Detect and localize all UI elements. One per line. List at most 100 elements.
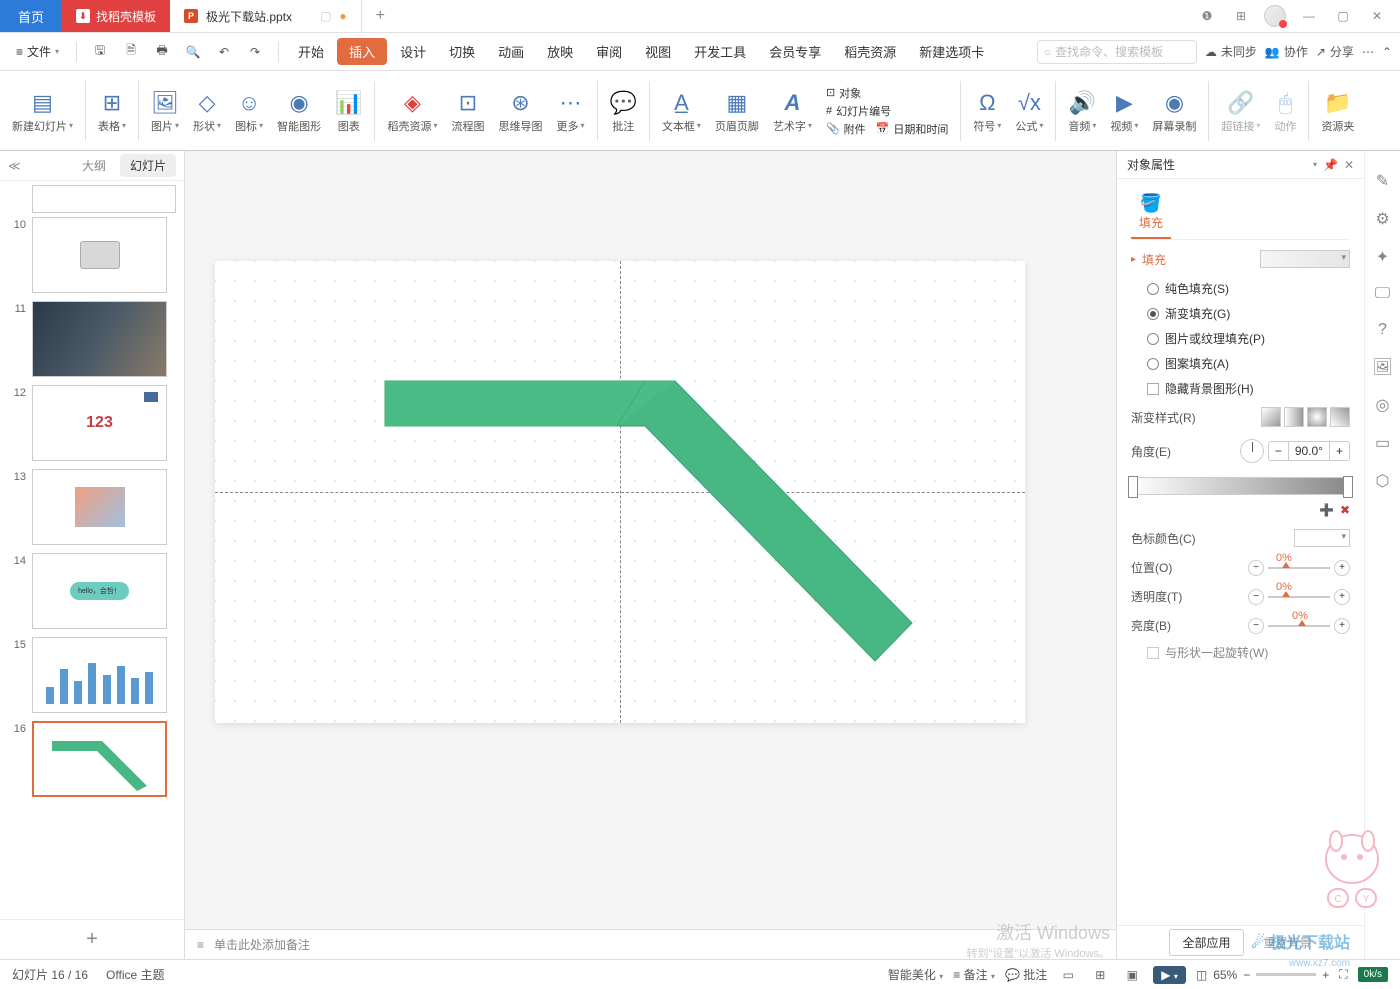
collab-button[interactable]: 👥协作 <box>1265 43 1308 60</box>
zoom-value[interactable]: 65% <box>1213 968 1237 982</box>
strip-image[interactable]: 🖼 <box>1372 357 1392 377</box>
add-slide-button[interactable]: + <box>0 919 184 959</box>
minimize-button[interactable]: — <box>1294 1 1324 31</box>
radio-picture-fill[interactable]: 图片或纹理填充(P) <box>1131 326 1350 351</box>
strip-cube[interactable]: ⬡ <box>1376 471 1390 491</box>
strip-settings[interactable]: ⚙ <box>1375 209 1389 229</box>
qat-redo[interactable]: ↷ <box>241 38 269 66</box>
strip-location[interactable]: ◎ <box>1376 395 1390 415</box>
chevron-down-icon[interactable]: ▾ <box>1313 160 1317 169</box>
ribbon-symbol[interactable]: Ω符号▾ <box>967 71 1007 150</box>
section-fill[interactable]: ▸填充 <box>1131 240 1350 276</box>
gradient-stops-slider[interactable] <box>1131 477 1350 495</box>
ribbon-icon[interactable]: ☺图标▾ <box>229 71 269 150</box>
gradient-style-4[interactable] <box>1330 407 1350 427</box>
minus-icon[interactable]: − <box>1248 560 1264 576</box>
minus-icon[interactable]: − <box>1248 589 1264 605</box>
fit-screen-icon[interactable]: ⛶ <box>1339 967 1347 982</box>
ribbon-screenrecord[interactable]: ◉屏幕录制 <box>1146 71 1202 150</box>
maximize-button[interactable]: ▢ <box>1328 1 1358 31</box>
thumb-12[interactable]: 123 <box>32 385 167 461</box>
search-input[interactable]: ○ 查找命令、搜索模板 <box>1037 40 1197 64</box>
add-stop-icon[interactable]: ➕ <box>1319 503 1334 517</box>
gradient-stop-1[interactable] <box>1128 476 1138 498</box>
remove-stop-icon[interactable]: ✖ <box>1340 503 1350 517</box>
ribbon-header-footer[interactable]: ▦页眉页脚 <box>709 71 765 150</box>
pin-icon[interactable]: 📌 <box>1323 158 1338 172</box>
menu-member[interactable]: 会员专享 <box>759 38 831 65</box>
notes-toggle[interactable]: ≡ 备注 ▾ <box>953 966 995 983</box>
play-button[interactable]: ▶ ▾ <box>1153 966 1186 984</box>
menu-review[interactable]: 审阅 <box>586 38 632 65</box>
thumb-13[interactable] <box>32 469 167 545</box>
slide-canvas[interactable] <box>215 261 1025 723</box>
gradient-style-1[interactable] <box>1261 407 1281 427</box>
view-reading[interactable]: ▣ <box>1121 964 1143 986</box>
fill-preview-swatch[interactable] <box>1260 250 1350 268</box>
ribbon-attachment[interactable]: 📎附件 <box>826 121 866 137</box>
thumb-10[interactable] <box>32 217 167 293</box>
apply-all-button[interactable]: 全部应用 <box>1169 929 1243 956</box>
stop-color-picker[interactable] <box>1294 529 1350 547</box>
slider-handle[interactable] <box>1282 591 1290 597</box>
radio-solid-fill[interactable]: 纯色填充(S) <box>1131 276 1350 301</box>
thumb-16[interactable] <box>32 721 167 797</box>
close-icon[interactable]: ✕ <box>1344 158 1354 172</box>
zoom-fit-icon[interactable]: ◫ <box>1196 968 1207 982</box>
tab-template[interactable]: ⬇ 找稻壳模板 <box>62 0 170 32</box>
thumb-14[interactable]: hello，会哲！ <box>32 553 167 629</box>
avatar-button[interactable] <box>1260 1 1290 31</box>
ribbon-comment[interactable]: 💬批注 <box>604 71 643 150</box>
tab-slides[interactable]: 幻灯片 <box>120 154 176 177</box>
ribbon-video[interactable]: ▶视频▾ <box>1104 71 1144 150</box>
zoom-slider[interactable] <box>1256 973 1316 976</box>
menu-docer[interactable]: 稻壳资源 <box>834 38 906 65</box>
apps-icon[interactable]: ⊞ <box>1226 1 1256 31</box>
tab-doc-menu-icon[interactable]: ▢ <box>320 9 331 23</box>
ribbon-table[interactable]: ⊞表格▾ <box>92 71 132 150</box>
gradient-style-2[interactable] <box>1284 407 1304 427</box>
angle-value[interactable]: 90.0° <box>1288 442 1330 460</box>
stepper-plus[interactable]: + <box>1330 442 1349 460</box>
canvas-area[interactable]: ≡ 单击此处添加备注 <box>185 151 1116 959</box>
menu-insert[interactable]: 插入 <box>337 38 387 65</box>
marker-icon[interactable]: ❶ <box>1192 1 1222 31</box>
ribbon-new-slide[interactable]: ▤新建幻灯片▾ <box>6 71 79 150</box>
ribbon-action[interactable]: 🖱动作 <box>1268 71 1302 150</box>
gradient-style-3[interactable] <box>1307 407 1327 427</box>
gradient-stop-2[interactable] <box>1343 476 1353 498</box>
tab-home[interactable]: 首页 <box>0 0 62 32</box>
strip-display[interactable]: ▭ <box>1375 433 1390 453</box>
ribbon-flowchart[interactable]: ⊡流程图 <box>446 71 491 150</box>
ribbon-object[interactable]: ⊡对象 <box>826 85 948 101</box>
slider-handle[interactable] <box>1282 562 1290 568</box>
strip-design[interactable]: ✎ <box>1376 171 1389 191</box>
notes-bar[interactable]: ≡ 单击此处添加备注 <box>185 929 1116 959</box>
ribbon-more[interactable]: ⋯更多▾ <box>551 71 591 150</box>
more-menu[interactable]: ⋯ <box>1362 45 1374 59</box>
ribbon-slide-number[interactable]: #幻灯片编号 <box>826 103 948 119</box>
ribbon-wordart[interactable]: A艺术字▾ <box>767 71 818 150</box>
menu-animation[interactable]: 动画 <box>488 38 534 65</box>
file-menu[interactable]: ≡ 文件 ▾ <box>8 39 67 64</box>
ribbon-smartart[interactable]: ◉智能图形 <box>271 71 327 150</box>
radio-gradient-fill[interactable]: 渐变填充(G) <box>1131 301 1350 326</box>
strip-screen[interactable]: 🖵 <box>1375 285 1390 303</box>
menu-newtab[interactable]: 新建选项卡 <box>909 38 994 65</box>
strip-help[interactable]: ? <box>1378 321 1387 339</box>
menu-start[interactable]: 开始 <box>288 38 334 65</box>
ribbon-hyperlink[interactable]: 🔗超链接▾ <box>1215 71 1266 150</box>
ribbon-mindmap[interactable]: ⊛思维导图 <box>493 71 549 150</box>
minus-icon[interactable]: − <box>1248 618 1264 634</box>
tab-document[interactable]: P 极光下载站.pptx ▢ ● <box>170 0 362 32</box>
stepper-minus[interactable]: − <box>1269 442 1288 460</box>
beautify-button[interactable]: 智能美化 ▾ <box>888 966 943 983</box>
menu-design[interactable]: 设计 <box>390 38 436 65</box>
qat-document[interactable]: 🗎 <box>117 38 145 66</box>
slider-handle[interactable] <box>1298 620 1306 626</box>
zoom-out[interactable]: − <box>1243 968 1250 982</box>
ribbon-chart[interactable]: 📊图表 <box>329 71 368 150</box>
qat-preview[interactable]: 🔍 <box>179 38 207 66</box>
ribbon-docer[interactable]: ◈稻壳资源▾ <box>381 71 443 150</box>
qat-save[interactable]: 🖫 <box>86 38 114 66</box>
